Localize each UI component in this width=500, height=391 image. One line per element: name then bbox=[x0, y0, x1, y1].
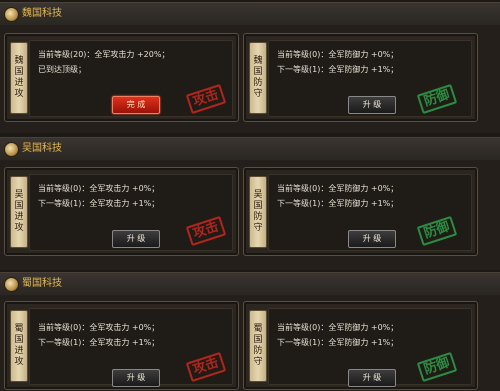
defense-stamp: 防御 bbox=[416, 215, 458, 247]
next-level-text: 下一等级(1)：全军攻击力 +1%； bbox=[38, 338, 160, 347]
next-level-text: 下一等级(1)：全军攻击力 +1%； bbox=[38, 199, 160, 208]
attack-panel: 魏国进攻 当前等级(20)：全军攻击力 +20%； 已到达顶级； 完 成 攻击 bbox=[4, 33, 239, 122]
attack-panel: 蜀国进攻 当前等级(0)：全军攻击力 +0%； 下一等级(1)：全军攻击力 +1… bbox=[4, 301, 239, 390]
panel-info: 当前等级(0)：全军防御力 +0%； 下一等级(1)：全军防御力 +1%； 升 … bbox=[268, 308, 472, 387]
panel-side-label: 蜀国防守 bbox=[249, 310, 267, 382]
medal-icon bbox=[4, 277, 19, 292]
upgrade-button[interactable]: 升 级 bbox=[348, 369, 396, 387]
section-title: 魏国科技 bbox=[22, 8, 62, 19]
section-body-wu: 吴国进攻 当前等级(0)：全军攻击力 +0%； 下一等级(1)：全军攻击力 +1… bbox=[0, 160, 500, 270]
next-level-text: 下一等级(1)：全军防御力 +1%； bbox=[277, 199, 399, 208]
upgrade-button[interactable]: 升 级 bbox=[348, 230, 396, 248]
section-body-shu: 蜀国进攻 当前等级(0)：全军攻击力 +0%； 下一等级(1)：全军攻击力 +1… bbox=[0, 295, 500, 391]
medal-icon bbox=[4, 7, 19, 22]
panel-info: 当前等级(0)：全军攻击力 +0%； 下一等级(1)：全军攻击力 +1%； 升 … bbox=[29, 308, 233, 387]
section-title: 蜀国科技 bbox=[22, 278, 62, 289]
current-level-text: 当前等级(0)：全军防御力 +0%； bbox=[277, 184, 399, 193]
next-level-text: 已到达顶级； bbox=[38, 65, 86, 74]
defense-stamp: 防御 bbox=[416, 351, 458, 383]
panel-side-label: 吴国防守 bbox=[249, 176, 267, 248]
section-body-wei: 魏国进攻 当前等级(20)：全军攻击力 +20%； 已到达顶级； 完 成 攻击 … bbox=[0, 25, 500, 133]
panel-side-label: 魏国进攻 bbox=[10, 42, 28, 114]
attack-stamp: 攻击 bbox=[185, 215, 227, 247]
panel-side-label: 魏国防守 bbox=[249, 42, 267, 114]
panel-info: 当前等级(0)：全军攻击力 +0%； 下一等级(1)：全军攻击力 +1%； 升 … bbox=[29, 174, 233, 251]
upgrade-button[interactable]: 升 级 bbox=[348, 96, 396, 114]
panel-side-label: 蜀国进攻 bbox=[10, 310, 28, 382]
attack-panel: 吴国进攻 当前等级(0)：全军攻击力 +0%； 下一等级(1)：全军攻击力 +1… bbox=[4, 167, 239, 256]
defense-stamp: 防御 bbox=[416, 83, 458, 115]
current-level-text: 当前等级(0)：全军攻击力 +0%； bbox=[38, 323, 160, 332]
panel-info: 当前等级(0)：全军防御力 +0%； 下一等级(1)：全军防御力 +1%； 升 … bbox=[268, 174, 472, 251]
section-header-wu: 吴国科技 bbox=[0, 137, 500, 161]
upgrade-button[interactable]: 升 级 bbox=[112, 369, 160, 387]
next-level-text: 下一等级(1)：全军防御力 +1%； bbox=[277, 65, 399, 74]
attack-stamp: 攻击 bbox=[185, 83, 227, 115]
next-level-text: 下一等级(1)：全军防御力 +1%； bbox=[277, 338, 399, 347]
panel-side-label: 吴国进攻 bbox=[10, 176, 28, 248]
defense-panel: 吴国防守 当前等级(0)：全军防御力 +0%； 下一等级(1)：全军防御力 +1… bbox=[243, 167, 478, 256]
current-level-text: 当前等级(0)：全军攻击力 +0%； bbox=[38, 184, 160, 193]
section-header-shu: 蜀国科技 bbox=[0, 272, 500, 296]
complete-button[interactable]: 完 成 bbox=[112, 96, 160, 114]
current-level-text: 当前等级(0)：全军防御力 +0%； bbox=[277, 50, 399, 59]
panel-info: 当前等级(0)：全军防御力 +0%； 下一等级(1)：全军防御力 +1%； 升 … bbox=[268, 40, 472, 117]
defense-panel: 魏国防守 当前等级(0)：全军防御力 +0%； 下一等级(1)：全军防御力 +1… bbox=[243, 33, 478, 122]
section-header-wei: 魏国科技 bbox=[0, 2, 500, 26]
defense-panel: 蜀国防守 当前等级(0)：全军防御力 +0%； 下一等级(1)：全军防御力 +1… bbox=[243, 301, 478, 390]
current-level-text: 当前等级(0)：全军防御力 +0%； bbox=[277, 323, 399, 332]
upgrade-button[interactable]: 升 级 bbox=[112, 230, 160, 248]
medal-icon bbox=[4, 142, 19, 157]
attack-stamp: 攻击 bbox=[185, 351, 227, 383]
panel-info: 当前等级(20)：全军攻击力 +20%； 已到达顶级； 完 成 攻击 bbox=[29, 40, 233, 117]
section-title: 吴国科技 bbox=[22, 143, 62, 154]
current-level-text: 当前等级(20)：全军攻击力 +20%； bbox=[38, 50, 170, 59]
